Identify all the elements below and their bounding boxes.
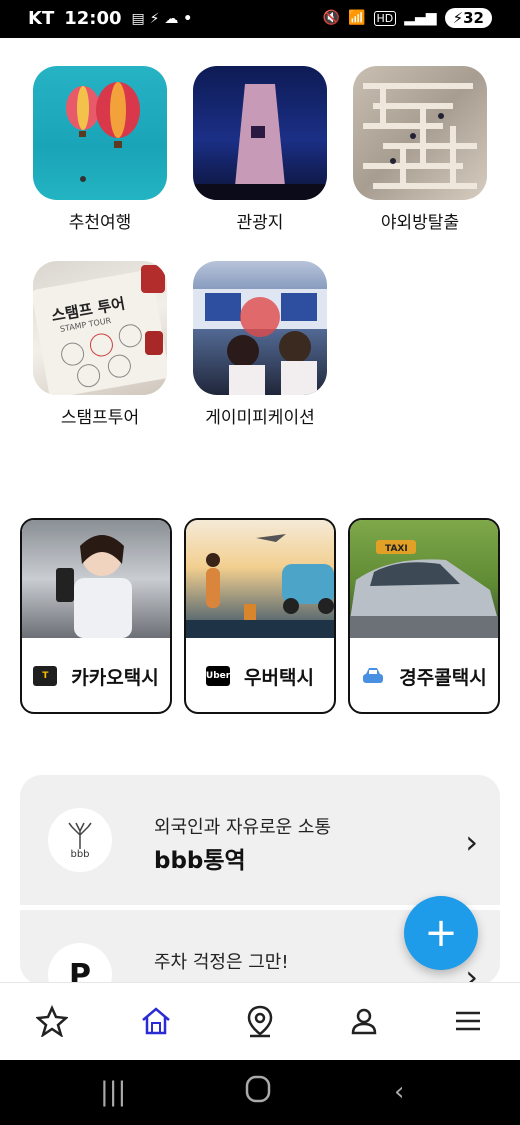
driver-image [56, 535, 132, 638]
airport-illustration [186, 534, 334, 638]
maze-image [363, 83, 477, 189]
tile-label: 야외방탈출 [380, 213, 460, 233]
category-tile-tourist[interactable]: 관광지 [193, 66, 327, 233]
add-fab-button[interactable]: + [404, 896, 478, 970]
category-tile-gamification[interactable]: 게이미피케이션 [193, 261, 327, 428]
category-tile-escape[interactable]: 야외방탈출 [353, 66, 487, 233]
mute-icon: 🔇 [322, 10, 341, 26]
recent-apps-icon[interactable]: ||| [100, 1077, 126, 1107]
taxi-name: 우버택시 [244, 666, 314, 689]
chevron-right-icon: › [465, 823, 478, 861]
recommend-thumbnail [33, 66, 167, 200]
gaming-image [193, 289, 327, 395]
hamburger-menu-icon [456, 1011, 480, 1031]
service-item-translation[interactable]: bbb 외국인과 자유로운 소통 bbb통역 › [20, 775, 500, 905]
system-nav-bar: ||| ‹ [0, 1060, 520, 1125]
stamp-thumbnail: 스탬프 투어 STAMP TOUR [33, 261, 167, 395]
taxi-name: 경주콜택시 [399, 666, 487, 689]
parking-icon: P [69, 957, 91, 986]
call-taxi-car-icon [361, 666, 385, 686]
uber-photo [186, 520, 334, 638]
bottom-nav [0, 982, 520, 1061]
location-pin-icon [247, 1005, 273, 1038]
parking-logo: P [48, 943, 112, 985]
kakao-taxi-logo-icon: T [33, 666, 58, 686]
status-bar: KT 12:00 ▤ ⚡ ☁ • 🔇 📶 HD ▂▄▆ ⚡32 [0, 0, 520, 38]
nav-favorites[interactable] [32, 1001, 72, 1041]
battery-indicator: ⚡32 [444, 8, 492, 28]
tile-label: 추천여행 [68, 213, 132, 233]
tile-label: 게이미피케이션 [205, 408, 315, 428]
service-subtitle: 외국인과 자유로운 소통 [154, 817, 332, 838]
tourist-thumbnail [193, 66, 327, 200]
bbb-logo: bbb [48, 808, 112, 872]
service-subtitle: 주차 걱정은 그만! [154, 952, 289, 973]
balloon-image [66, 82, 140, 182]
taxi-card-kakao[interactable]: T 카카오택시 [20, 518, 172, 714]
taxi-sign-text: TAXI [385, 544, 408, 554]
home-icon [142, 1007, 170, 1035]
back-icon[interactable]: ‹ [394, 1077, 404, 1107]
star-icon [36, 1005, 68, 1037]
taxi-card-uber[interactable]: Uber 우버택시 [184, 518, 336, 714]
chevron-right-icon: › [465, 958, 478, 985]
nav-profile[interactable] [344, 1001, 384, 1041]
carrier-label: KT [28, 8, 55, 29]
nav-home[interactable] [136, 1001, 176, 1041]
hd-icon: HD [373, 10, 397, 26]
user-icon [351, 1008, 377, 1035]
escape-thumbnail [353, 66, 487, 200]
tree-icon [68, 822, 92, 849]
clock: 12:00 [64, 8, 122, 29]
taxi-name: 카카오택시 [71, 666, 159, 689]
service-title: bbb통역 [154, 848, 246, 874]
tile-label: 관광지 [236, 213, 284, 233]
notification-icons: ▤ ⚡ ☁ • [131, 10, 193, 27]
uber-logo-icon: Uber [206, 666, 230, 686]
wifi-icon: 📶 [348, 10, 366, 26]
taxi-card-gyeongju[interactable]: TAXI 경주콜택시 [348, 518, 500, 714]
nav-map[interactable] [240, 1001, 280, 1041]
taxi-car-image: TAXI [350, 540, 498, 638]
kakao-photo [22, 520, 170, 638]
gamification-thumbnail [193, 261, 327, 395]
category-tile-recommend[interactable]: 추천여행 [33, 66, 167, 233]
stamp-tour-image: 스탬프 투어 STAMP TOUR [33, 265, 167, 395]
home-system-icon[interactable] [244, 1074, 272, 1111]
observatory-image [193, 84, 327, 200]
tile-label: 스탬프투어 [60, 408, 140, 428]
signal-icon: ▂▄▆ [404, 10, 437, 26]
gyeongju-photo: TAXI [350, 520, 498, 638]
category-tile-stamp[interactable]: 스탬프 투어 STAMP TOUR 스탬프투어 [33, 261, 167, 428]
nav-menu[interactable] [448, 1001, 488, 1041]
